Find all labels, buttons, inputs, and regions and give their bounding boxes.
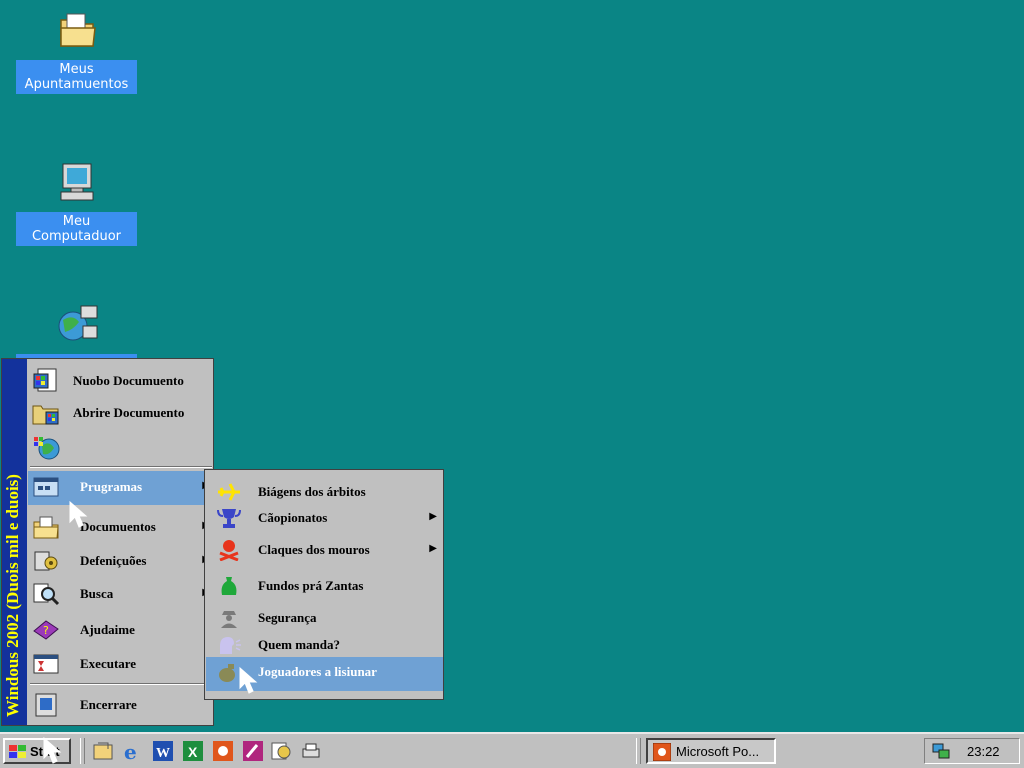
menu-item-run[interactable]: Executare <box>28 648 214 680</box>
menu-item-label: Ajudaime <box>80 622 135 637</box>
menu-item-label: Defeniçuões <box>80 553 147 568</box>
search-icon <box>33 583 60 606</box>
powerpoint-icon[interactable] <box>212 740 234 762</box>
taskbar: Start e W X Microsoft Po... 23:22 <box>0 732 1024 768</box>
open-document-icon <box>32 405 59 425</box>
outlook-icon[interactable] <box>270 740 292 762</box>
internet-explorer-icon[interactable]: e <box>122 740 144 762</box>
printer-icon[interactable] <box>300 740 322 762</box>
settings-icon <box>34 551 58 571</box>
task-button-label: Microsoft Po... <box>676 744 760 759</box>
show-desktop-icon[interactable] <box>92 740 114 762</box>
windows-logo-icon <box>9 745 26 758</box>
submenu-item-label: Claques dos mouros <box>258 542 370 557</box>
submenu-item-fan-clubs[interactable]: Claques dos mouros ▶ <box>206 535 443 565</box>
network-icon <box>58 305 97 341</box>
access-icon[interactable] <box>242 740 264 762</box>
mouse-cursor-icon <box>69 500 88 528</box>
menu-item-help[interactable]: ? Ajudaime <box>28 614 214 646</box>
menu-item-label: Abrire Documuento <box>73 405 185 420</box>
submenu-item-label: Fundos prá Zantas <box>258 578 364 593</box>
help-icon: ? <box>33 620 59 640</box>
svg-text:W: W <box>156 746 170 761</box>
speaking-head-icon <box>220 637 241 654</box>
svg-text:X: X <box>188 744 198 760</box>
menu-separator <box>30 466 212 468</box>
taskbar-grip[interactable] <box>636 738 641 764</box>
airplane-icon <box>218 483 240 501</box>
start-menu-banner: Windous 2002 (Duois mil e duois) <box>2 359 27 725</box>
word-icon[interactable]: W <box>152 740 174 762</box>
submenu-item-who-rules[interactable]: Quem manda? <box>206 630 443 660</box>
submenu-item-championships[interactable]: Cãopionatos ▶ <box>206 503 443 533</box>
desktop-icon-label: Meus <box>59 62 94 77</box>
menu-item-settings[interactable]: Defeniçuões ▶ <box>28 545 214 577</box>
desktop-icon-my-computer[interactable]: Meu Computaduor <box>16 158 137 246</box>
mouse-cursor-icon <box>43 736 62 764</box>
desktop-icon-my-documents[interactable]: Meus Apuntamuentos <box>16 6 137 94</box>
submenu-item-label: Cãopionatos <box>258 510 328 525</box>
menu-item-label: Nuobo Documuento <box>73 373 184 388</box>
desktop-icon-label: Computaduor <box>31 229 122 244</box>
shutdown-icon <box>35 693 57 717</box>
system-tray: 23:22 <box>924 738 1020 764</box>
skull-icon <box>219 540 239 561</box>
submenu-item-label: Quem manda? <box>258 637 340 652</box>
folder-icon <box>59 13 96 47</box>
desktop-icon-label: Meu <box>62 214 91 229</box>
menu-item-documents[interactable]: Documuentos ▶ <box>28 511 214 543</box>
new-document-icon <box>33 368 57 392</box>
powerpoint-icon <box>653 743 671 761</box>
task-button-powerpoint[interactable]: Microsoft Po... <box>646 738 776 764</box>
menu-separator <box>30 683 212 685</box>
documents-icon <box>33 516 59 539</box>
menu-item-label: Busca <box>80 586 114 601</box>
menu-item-label: Encerrare <box>80 697 137 712</box>
computer-icon <box>60 163 93 201</box>
banner-text: Windous 2002 (Duois mil e duois) <box>3 474 22 717</box>
menu-item-shutdown[interactable]: Encerrare <box>28 689 214 721</box>
mouse-cursor-icon <box>239 666 258 694</box>
windows-update-icon <box>34 437 60 460</box>
menu-item-label: Prugramas <box>80 479 143 494</box>
submenu-arrow-icon: ▶ <box>429 543 437 554</box>
menu-item-programs[interactable]: Prugramas ▶ <box>28 471 214 505</box>
guard-icon <box>221 611 237 628</box>
submenu-item-funds[interactable]: Fundos prá Zantas <box>206 571 443 601</box>
submenu-item-label: Segurança <box>258 610 317 625</box>
menu-item-windows-update[interactable] <box>28 431 214 463</box>
money-bag-icon <box>221 577 237 595</box>
clock[interactable]: 23:22 <box>967 744 1000 759</box>
submenu-item-label: Joguadores a lisiunar <box>258 664 377 679</box>
network-status-icon[interactable] <box>931 742 951 760</box>
svg-text:?: ? <box>43 624 49 637</box>
svg-text:e: e <box>124 740 137 762</box>
submenu-arrow-icon: ▶ <box>429 511 437 522</box>
menu-item-label: Documuentos <box>80 519 156 534</box>
excel-icon[interactable]: X <box>182 740 204 762</box>
menu-item-search[interactable]: Busca ▶ <box>28 578 214 610</box>
menu-item-open-document[interactable]: Abrire Documuento <box>28 397 214 429</box>
programs-icon <box>33 477 59 497</box>
menu-item-label: Executare <box>80 656 137 671</box>
run-icon <box>33 654 59 674</box>
menu-item-new-document[interactable]: Nuobo Documuento <box>28 365 214 397</box>
desktop-icon-label: Apuntamuentos <box>24 77 129 92</box>
trophy-icon <box>217 509 241 528</box>
submenu-item-label: Biágens dos árbitos <box>258 484 366 499</box>
submenu-item-security[interactable]: Segurança <box>206 603 443 633</box>
toolbar-grip[interactable] <box>80 738 85 764</box>
start-menu: Windous 2002 (Duois mil e duois) Nuobo D… <box>1 358 214 726</box>
